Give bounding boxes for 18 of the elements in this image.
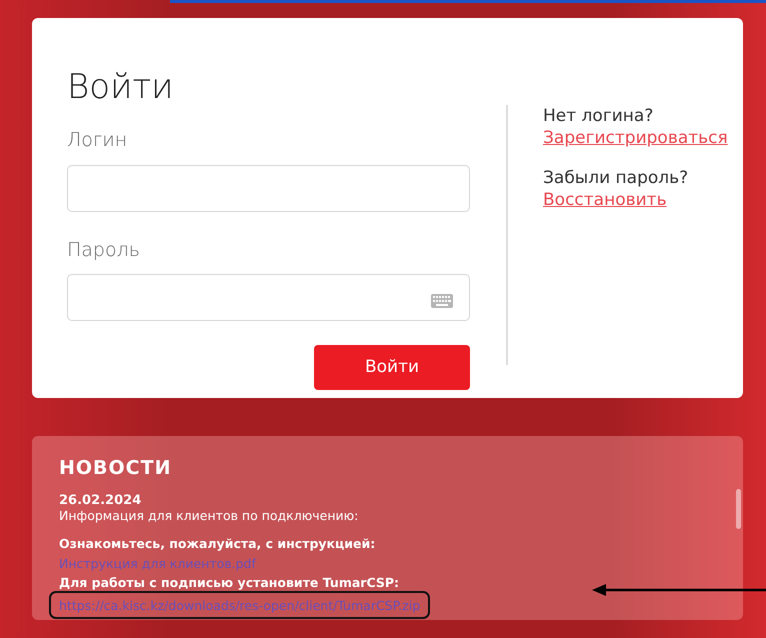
login-button[interactable]: Войти (314, 345, 470, 390)
field-label: Логин (67, 128, 128, 153)
keyboard-icon[interactable] (431, 294, 453, 308)
page-title: Войти (67, 70, 175, 104)
password-field[interactable] (67, 274, 470, 321)
login-field[interactable] (67, 164, 470, 212)
prompt-text: Нет логина? (543, 106, 654, 126)
news-text: Ознакомьтесь, пожалуйста, с инструкцией: (59, 536, 376, 552)
field-label: Пароль (67, 238, 141, 262)
news-date: 26.02.2024 (59, 492, 142, 508)
news-text: Для работы с подписью установите TumarCSP: (59, 575, 400, 591)
news-text: Информация для клиентов по подключению: (59, 508, 358, 524)
scrollbar-thumb[interactable] (736, 489, 741, 529)
arrow-icon (592, 582, 766, 598)
link[interactable]: Восстановить (543, 190, 667, 210)
link[interactable]: Зарегистрироваться (543, 128, 728, 148)
prompt-text: Забыли пароль? (543, 168, 690, 188)
section-heading: НОВОСТИ (59, 456, 172, 481)
